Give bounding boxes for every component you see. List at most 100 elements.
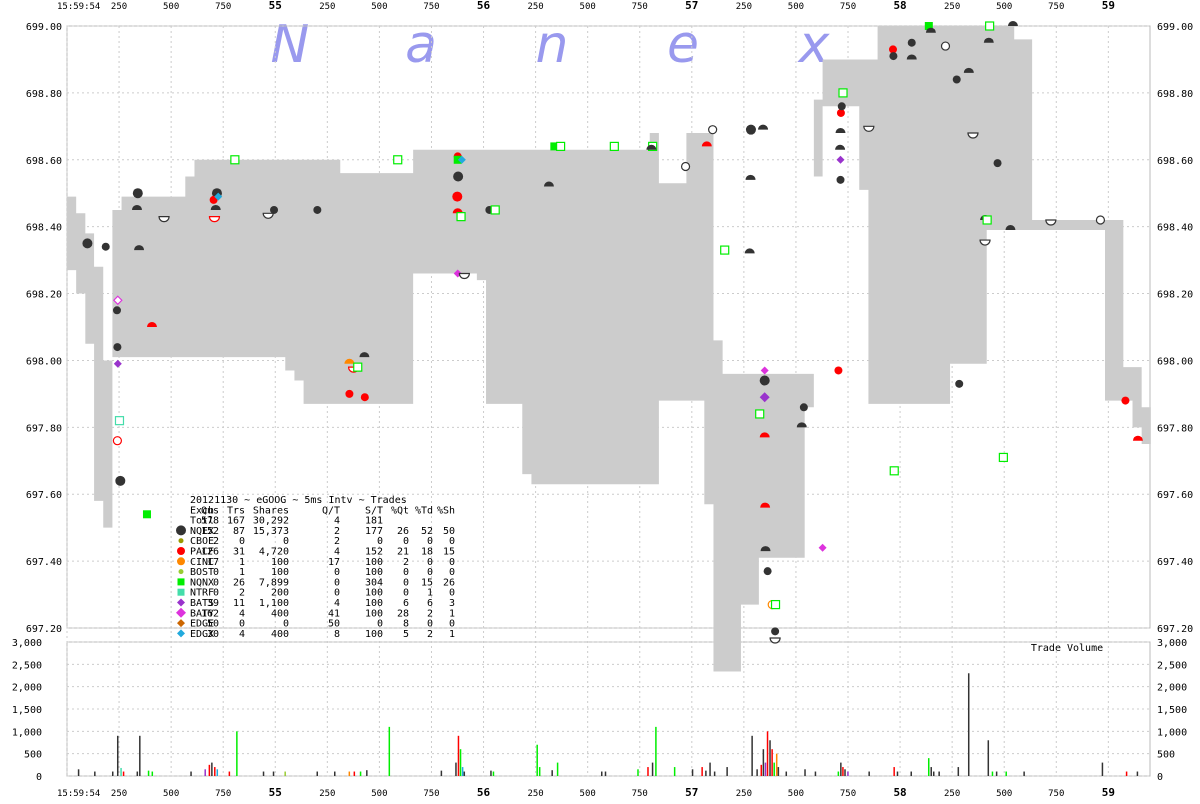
volume-bar (840, 762, 842, 776)
volume-tick-label-right: 3,000 (1157, 638, 1187, 649)
x-tick-label-top: 750 (632, 2, 648, 12)
quote-marker (680, 161, 691, 172)
nanex-trade-chart: Nanex 15:59:54 15:59:54 250 250 500 500 750 750… (0, 0, 1200, 800)
volume-bar (461, 767, 464, 776)
volume-bar (896, 771, 899, 776)
volume-bar (647, 767, 649, 776)
volume-bar (751, 735, 753, 776)
legend-marker (177, 588, 185, 596)
volume-bar (651, 762, 654, 776)
volume-bar (957, 767, 960, 776)
legend-cell: 30 (207, 629, 219, 640)
x-tick-label-top: 750 (215, 2, 231, 12)
volume-bar (116, 735, 119, 776)
quote-marker (889, 466, 899, 476)
quote-marker (799, 403, 808, 412)
legend-cell: 4 (239, 629, 245, 640)
price-tick-label-right: 697.80 (1157, 423, 1193, 434)
quote-marker (838, 88, 848, 98)
quote-marker (313, 205, 322, 214)
x-tick-label-top: 57 (685, 0, 698, 12)
quote-marker (720, 245, 730, 255)
quote-marker (755, 409, 765, 419)
quote-marker (112, 436, 123, 446)
x-tick-label-bottom: 500 (788, 789, 804, 799)
volume-tick-label-left: 3,000 (12, 638, 42, 649)
volume-tick-label-left: 2,000 (12, 683, 42, 694)
volume-bar (1136, 771, 1139, 776)
x-tick-label-top: 250 (736, 2, 752, 12)
brand-letter: e (667, 15, 699, 75)
volume-bar (151, 771, 154, 776)
volume-bar (455, 762, 457, 776)
volume-bar (769, 740, 771, 776)
volume-bar (136, 771, 139, 776)
volume-tick-label-right: 2,000 (1157, 683, 1187, 694)
volume-bar (987, 740, 990, 776)
x-tick-label-bottom: 500 (371, 789, 387, 799)
quote-marker (453, 171, 464, 182)
x-tick-label-top: 750 (423, 2, 439, 12)
volume-bar (214, 767, 216, 776)
quote-marker (769, 637, 781, 644)
x-tick-label-top: 56 (477, 0, 491, 12)
volume-bar (120, 767, 122, 776)
quote-marker (208, 216, 221, 223)
price-tick-label-right: 699.00 (1157, 22, 1193, 33)
price-tick-label-right: 697.20 (1157, 624, 1193, 635)
price-tick-label-right: 698.20 (1157, 290, 1193, 301)
quote-marker (456, 212, 466, 222)
x-tick-label-top: 250 (111, 2, 127, 12)
quote-marker (230, 155, 240, 165)
x-tick-label-bottom: 58 (893, 786, 906, 799)
x-tick-label-top: 250 (944, 2, 960, 12)
volume-bar (457, 735, 460, 776)
volume-bar (760, 764, 763, 776)
legend-marker (178, 538, 184, 544)
price-tick-label-left: 698.40 (26, 223, 62, 234)
legend-marker (177, 557, 185, 566)
volume-bar (1023, 771, 1025, 776)
quote-marker (834, 366, 843, 375)
quote-marker (1095, 215, 1106, 225)
legend-marker (177, 578, 185, 586)
quote-marker (889, 52, 898, 61)
quote-marker (82, 238, 93, 249)
quote-marker (1121, 396, 1130, 405)
volume-bar (440, 770, 443, 776)
quote-marker (763, 567, 772, 576)
volume-tick-label-left: 0 (36, 772, 42, 783)
quote-marker (555, 141, 566, 151)
volume-bar (764, 762, 767, 776)
x-tick-label-bottom: 250 (736, 789, 752, 799)
quote-marker (863, 125, 875, 132)
x-tick-label-bottom: 750 (840, 789, 856, 799)
x-tick-label-top: 59 (1102, 0, 1115, 12)
volume-bar (756, 769, 758, 776)
volume-bar (208, 764, 211, 776)
price-tick-label-right: 698.40 (1157, 223, 1193, 234)
quote-marker (393, 155, 403, 165)
volume-bar (932, 771, 935, 776)
volume-bar (556, 762, 559, 776)
x-tick-label-top: 500 (996, 2, 1012, 12)
volume-tick-label-right: 1,000 (1157, 727, 1187, 738)
volume-bar (673, 767, 676, 776)
x-tick-label-bottom: 15:59:54 (57, 789, 100, 799)
legend-cell: 100 (365, 629, 383, 640)
volume-bar (216, 769, 219, 776)
quote-marker (982, 215, 992, 225)
volume-bar (228, 771, 231, 776)
x-tick-label-bottom: 250 (527, 789, 543, 799)
volume-bar (604, 771, 607, 776)
x-tick-label-bottom: 56 (477, 786, 491, 799)
volume-bar (353, 771, 356, 776)
legend-header-cell: %Td (415, 505, 433, 516)
quote-marker (998, 452, 1008, 463)
volume-bar (77, 769, 80, 776)
volume-bar (601, 771, 603, 776)
volume-bar (713, 771, 716, 776)
x-tick-label-bottom: 500 (580, 789, 596, 799)
legend-marker (177, 547, 185, 555)
volume-tick-label-right: 1,500 (1157, 705, 1187, 716)
